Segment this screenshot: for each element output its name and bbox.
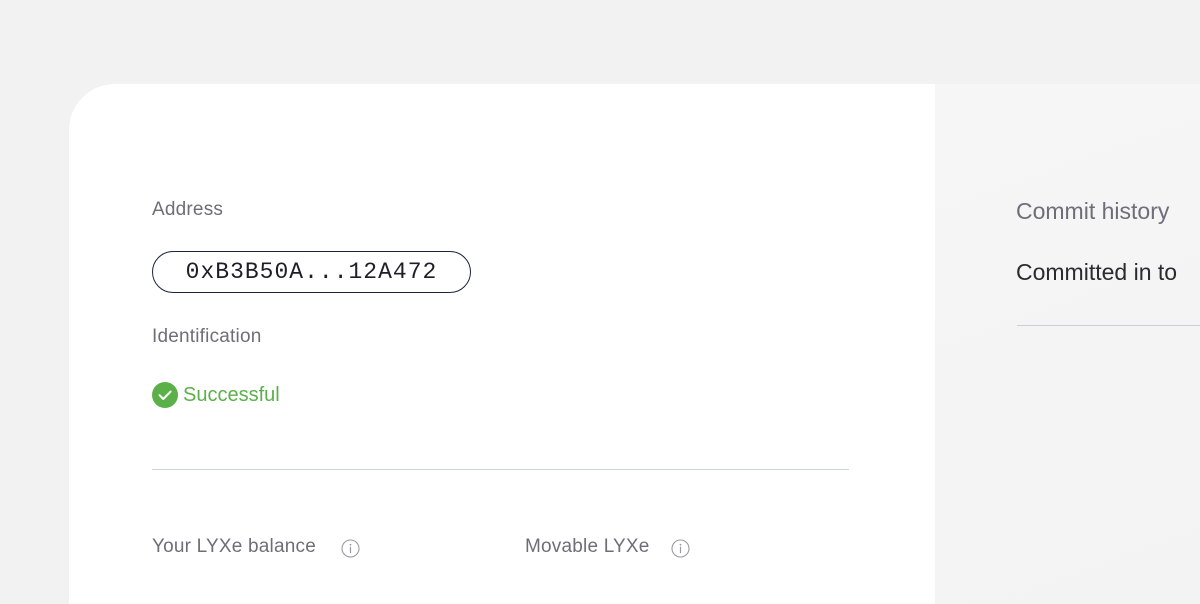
address-label: Address — [152, 199, 224, 220]
committed-label: Committed in to — [1016, 259, 1178, 285]
movable-lyxe-label: Movable LYXe — [525, 536, 650, 557]
address-value: 0xB3B50A...12A472 — [185, 259, 438, 285]
identification-label: Identification — [152, 326, 262, 347]
check-circle-icon — [152, 382, 178, 408]
section-divider — [152, 469, 849, 470]
commit-history-divider — [1017, 325, 1200, 326]
commit-history-title: Commit history — [1016, 198, 1170, 224]
identification-status: Successful — [152, 382, 280, 408]
identification-status-text: Successful — [183, 383, 280, 406]
address-pill[interactable]: 0xB3B50A...12A472 — [152, 251, 471, 293]
commit-history-panel — [935, 84, 1200, 604]
lyxe-balance-label: Your LYXe balance — [152, 536, 316, 557]
info-icon[interactable] — [341, 539, 360, 558]
info-icon[interactable] — [671, 539, 690, 558]
